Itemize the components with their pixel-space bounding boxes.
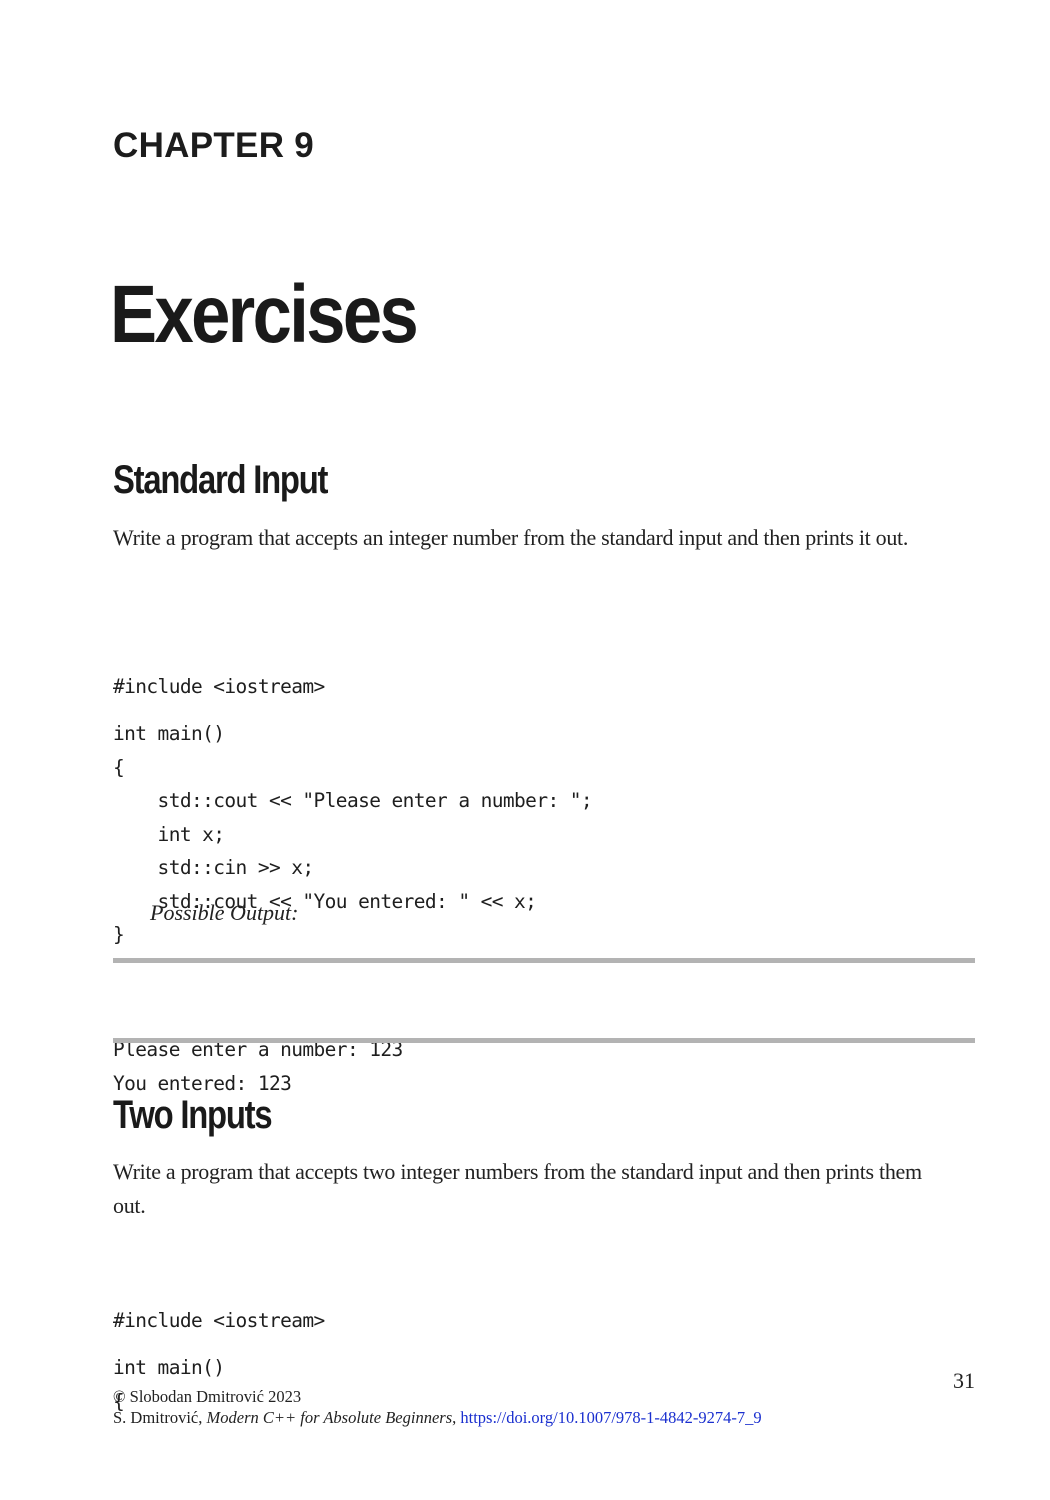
- output-caption: Possible Output:: [150, 900, 299, 925]
- output-top-rule: [113, 958, 975, 963]
- code-line: std::cout << "Please enter a number: ";: [113, 789, 593, 812]
- citation-author: S. Dmitrović,: [113, 1408, 207, 1427]
- copyright-line: © Slobodan Dmitrović 2023: [113, 1387, 302, 1406]
- code-block-standard-input: int main(){ std::cout << "Please enter a…: [113, 650, 593, 1019]
- code-line: int main(): [113, 1356, 225, 1379]
- citation-line: S. Dmitrović, Modern C++ for Absolute Be…: [113, 1408, 762, 1428]
- chapter-label: CHAPTER 9: [113, 126, 315, 165]
- section-description-standard-input: Write a program that accepts an integer …: [113, 525, 909, 550]
- code-block-two-inputs: int main(){: [113, 1284, 225, 1485]
- output-bottom-rule: [113, 1038, 975, 1043]
- code-line: int x;: [113, 822, 225, 846]
- section-description-two-inputs: Write a program that accepts two integer…: [113, 1159, 922, 1218]
- page-number: 31: [953, 1368, 975, 1393]
- section-heading-two-inputs: Two Inputs: [113, 1093, 273, 1137]
- code-line: int main(): [113, 722, 225, 745]
- chapter-title: Exercises: [110, 269, 419, 360]
- doi-link[interactable]: https://doi.org/10.1007/978-1-4842-9274-…: [460, 1408, 761, 1427]
- code-line: std::cin >> x;: [113, 856, 315, 879]
- citation-book-title: Modern C++ for Absolute Beginners: [206, 1408, 453, 1427]
- section-heading-standard-input: Standard Input: [113, 458, 328, 502]
- code-line: {: [113, 755, 125, 779]
